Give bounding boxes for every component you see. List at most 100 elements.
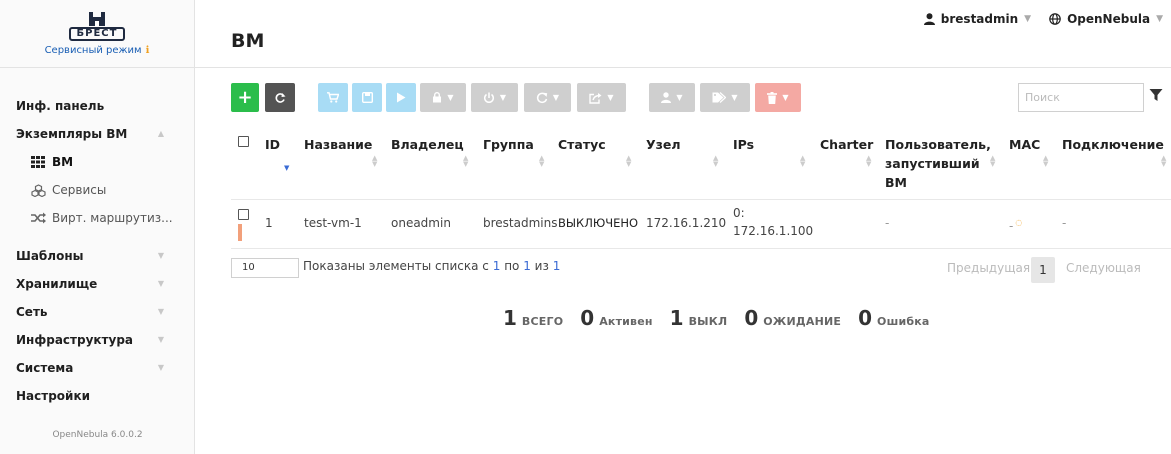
info-to: 1: [523, 259, 531, 273]
app-root: БРЕСТ Сервисный режим ℹ Инф. панель Экзем…: [0, 0, 1171, 454]
search-input[interactable]: Поиск: [1018, 83, 1144, 112]
sidebar-item-vm-instances[interactable]: Экземпляры ВМ ▲: [0, 120, 194, 148]
cell-host: 172.16.1.210: [646, 216, 727, 230]
sidebar-item-system[interactable]: Система ▼: [0, 354, 194, 382]
sidebar-item-label: Шаблоны: [16, 249, 84, 263]
counter-label: Активен: [599, 315, 653, 328]
table-info: Показаны элементы списка с 1 по 1 из 1: [303, 259, 560, 273]
counter-off: 1 ВЫКЛ: [670, 306, 728, 330]
service-mode-link[interactable]: Сервисный режим ℹ: [45, 45, 150, 56]
cell-started-by: -: [885, 216, 890, 230]
counter-label: ВЫКЛ: [688, 315, 728, 328]
cell-id: 1: [265, 216, 273, 230]
vm-table: ID ▼ Название ▲ ▼ Владелец ▲ ▼ Группа ▲ ▼ С…: [231, 125, 1171, 249]
column-header-started-by[interactable]: Пользователь, запустивший ВМ: [885, 135, 991, 192]
sidebar-item-label: Инф. панель: [16, 99, 105, 113]
lock-icon: [433, 92, 442, 103]
counter-label: Ошибка: [877, 315, 930, 328]
table-row[interactable]: 1 test-vm-1 oneadmin brestadmins ВЫКЛЮЧЕ…: [231, 200, 1171, 249]
column-header-host[interactable]: Узел: [646, 135, 681, 154]
column-header-charter[interactable]: Charter: [820, 135, 873, 154]
chevron-down-icon: ▼: [157, 279, 164, 288]
chevron-down-icon: ▼: [157, 307, 164, 316]
row-checkbox[interactable]: [238, 209, 249, 220]
brest-logo[interactable]: БРЕСТ: [68, 11, 126, 41]
cell-name: test-vm-1: [304, 216, 362, 230]
sidebar-item-label: Система: [16, 361, 74, 375]
lock-dropdown-button[interactable]: ▼: [420, 83, 466, 112]
sort-icon: ▲ ▼: [372, 154, 378, 168]
refresh-button[interactable]: [265, 83, 295, 112]
shopping-cart-icon: [327, 92, 339, 103]
info-from: 1: [492, 259, 501, 273]
sort-icon: ▲ ▼: [1043, 154, 1049, 168]
sidebar-item-label: Инфраструктура: [16, 333, 134, 347]
share-icon: [589, 92, 602, 104]
labels-dropdown-button[interactable]: ▼: [700, 83, 750, 112]
delete-dropdown-button[interactable]: ▼: [755, 83, 801, 112]
sidebar-item-storage[interactable]: Хранилище ▼: [0, 270, 194, 298]
user-icon: [923, 13, 935, 25]
power-icon: [483, 92, 494, 103]
sidebar-item-virtual-routers[interactable]: Вирт. маршрутиз...: [0, 204, 194, 232]
deploy-button[interactable]: [318, 83, 348, 112]
column-header-name[interactable]: Название: [304, 135, 372, 154]
sort-desc-icon: ▼: [284, 164, 290, 172]
column-header-ips[interactable]: IPs: [733, 135, 754, 154]
counter-total: 1 ВСЕГО: [503, 306, 563, 330]
counter-error: 0 Ошибка: [858, 306, 929, 330]
select-all-checkbox[interactable]: [238, 136, 249, 147]
user-menu[interactable]: brestadmin ▼: [923, 12, 1031, 26]
cell-status: ВЫКЛЮЧЕНО: [558, 216, 639, 230]
previous-page-button[interactable]: Предыдущая: [947, 261, 1030, 275]
create-button[interactable]: +: [231, 83, 259, 112]
sidebar-item-dashboard[interactable]: Инф. панель: [0, 92, 194, 120]
sidebar-item-infrastructure[interactable]: Инфраструктура ▼: [0, 326, 194, 354]
migrate-dropdown-button[interactable]: ▼: [577, 83, 626, 112]
column-header-owner[interactable]: Владелец: [391, 135, 464, 154]
sidebar-item-vms[interactable]: ВМ: [0, 148, 194, 176]
reboot-dropdown-button[interactable]: ▼: [524, 83, 571, 112]
info-total: 1: [552, 259, 561, 273]
column-header-connection[interactable]: Подключение: [1062, 135, 1164, 154]
random-icon: [30, 212, 46, 224]
column-header-group[interactable]: Группа: [483, 135, 534, 154]
cell-mac: - ◌: [1009, 214, 1022, 235]
counter-label: ОЖИДАНИЕ: [763, 315, 842, 328]
castle-icon: [88, 11, 105, 26]
sidebar-item-settings[interactable]: Настройки: [0, 382, 194, 410]
next-page-button[interactable]: Следующая: [1066, 261, 1141, 275]
user-dropdown-button[interactable]: ▼: [649, 83, 695, 112]
cell-group: brestadmins: [483, 216, 558, 230]
info-icon: ℹ: [145, 44, 150, 56]
column-header-id[interactable]: ID: [265, 135, 280, 154]
user-icon: [661, 92, 672, 103]
sidebar-item-templates[interactable]: Шаблоны ▼: [0, 242, 194, 270]
version-label: OpenNebula 6.0.0.2: [52, 430, 143, 440]
play-button[interactable]: [386, 83, 416, 112]
page-length-select[interactable]: 10: [231, 258, 299, 278]
zone-menu[interactable]: OpenNebula ▼: [1049, 12, 1163, 26]
caret-down-icon: ▼: [607, 93, 614, 102]
info-of-label: из: [534, 259, 549, 273]
sidebar-item-label: Сеть: [16, 305, 48, 319]
sidebar-item-services[interactable]: Сервисы: [0, 176, 194, 204]
sidebar-item-label: Экземпляры ВМ: [16, 127, 128, 141]
sidebar-item-network[interactable]: Сеть ▼: [0, 298, 194, 326]
filter-icon[interactable]: [1149, 88, 1163, 102]
sidebar-item-label: Хранилище: [16, 277, 98, 291]
column-header-status[interactable]: Статус: [558, 135, 606, 154]
chevron-down-icon: ▼: [157, 251, 164, 260]
counter-value: 0: [580, 306, 595, 330]
power-dropdown-button[interactable]: ▼: [471, 83, 518, 112]
page-title: ВМ: [231, 30, 265, 52]
counter-value: 0: [858, 306, 873, 330]
current-page-button[interactable]: 1: [1031, 257, 1055, 283]
pager: 10 Показаны элементы списка с 1 по 1 из …: [231, 257, 1171, 284]
column-header-mac[interactable]: MAC: [1009, 135, 1040, 154]
save-button[interactable]: [352, 83, 382, 112]
sort-icon: ▲ ▼: [1161, 154, 1167, 168]
vm-state-counters: 1 ВСЕГО 0 Активен 1 ВЫКЛ 0 ОЖИДАНИЕ 0 Ошибка: [503, 306, 930, 330]
grid-icon: [30, 156, 46, 168]
sort-icon: ▲ ▼: [990, 154, 996, 168]
